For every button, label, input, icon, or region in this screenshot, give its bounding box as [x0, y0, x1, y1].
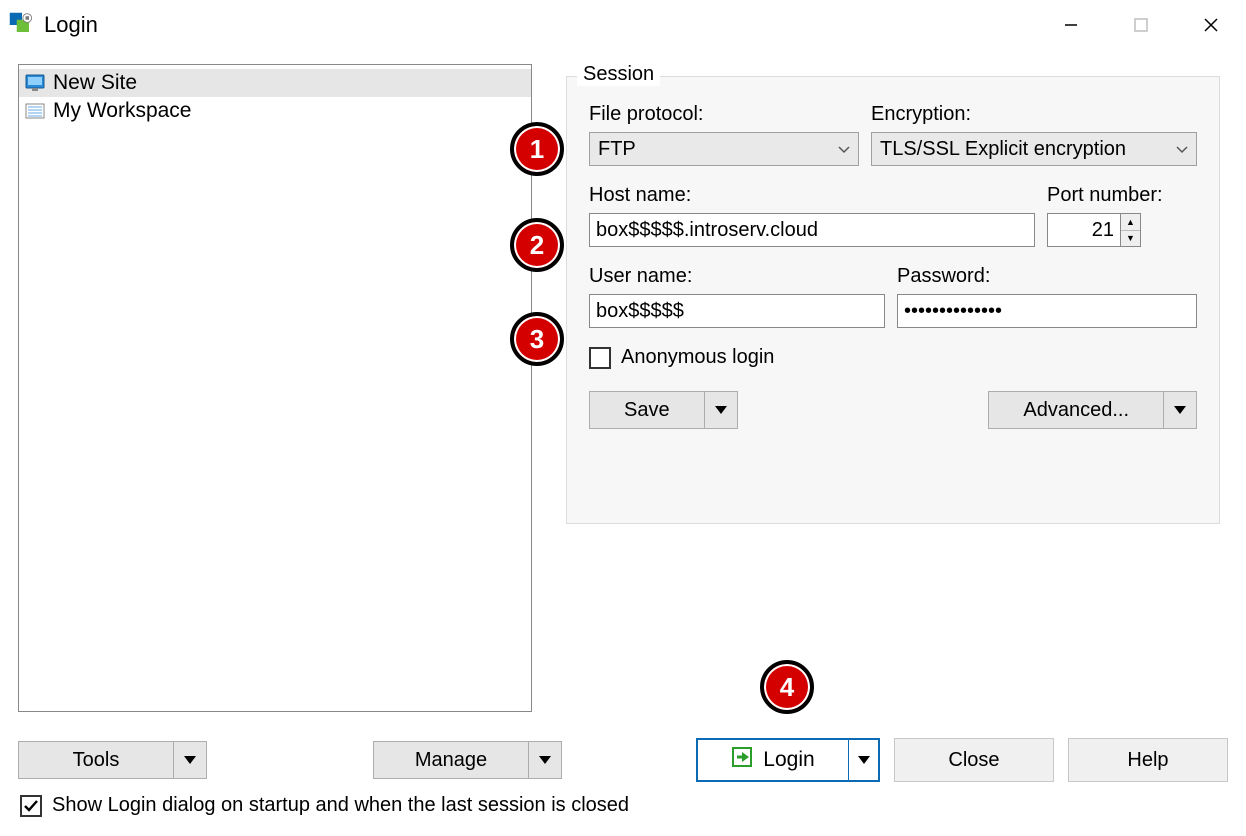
save-dropdown-icon[interactable] — [704, 391, 738, 429]
user-name-label: User name: — [589, 265, 885, 288]
site-item-label: My Workspace — [53, 99, 191, 123]
window-title: Login — [44, 12, 98, 38]
site-item-my-workspace[interactable]: My Workspace — [19, 97, 531, 125]
file-protocol-value: FTP — [598, 138, 636, 161]
host-name-input[interactable]: box$$$$$.introserv.cloud — [589, 213, 1035, 247]
monitor-icon — [25, 74, 45, 92]
show-login-on-startup-checkbox[interactable]: Show Login dialog on startup and when th… — [20, 794, 629, 817]
port-number-label: Port number: — [1047, 184, 1197, 207]
minimize-button[interactable] — [1036, 0, 1106, 50]
annotation-badge-3: 3 — [510, 312, 564, 366]
site-item-label: New Site — [53, 71, 137, 95]
login-icon — [731, 746, 753, 774]
close-dialog-button[interactable]: Close — [894, 738, 1054, 782]
encryption-select[interactable]: TLS/SSL Explicit encryption — [871, 132, 1197, 166]
file-protocol-label: File protocol: — [589, 103, 859, 126]
manage-dropdown-icon[interactable] — [528, 741, 562, 779]
help-button[interactable]: Help — [1068, 738, 1228, 782]
maximize-button[interactable] — [1106, 0, 1176, 50]
window-controls — [1036, 0, 1246, 50]
anonymous-login-label: Anonymous login — [621, 346, 774, 369]
advanced-button[interactable]: Advanced... — [988, 391, 1197, 429]
password-input[interactable]: •••••••••••••• — [897, 294, 1197, 328]
chevron-down-icon — [838, 141, 850, 157]
port-number-input[interactable]: 21 — [1047, 213, 1121, 247]
manage-button[interactable]: Manage — [373, 741, 562, 779]
anonymous-login-checkbox[interactable]: Anonymous login — [589, 346, 1197, 369]
session-legend: Session — [577, 63, 660, 86]
annotation-badge-4: 4 — [760, 660, 814, 714]
user-name-input[interactable]: box$$$$$ — [589, 294, 885, 328]
annotation-badge-1: 1 — [510, 122, 564, 176]
show-login-on-startup-label: Show Login dialog on startup and when th… — [52, 794, 629, 817]
encryption-label: Encryption: — [871, 103, 1197, 126]
encryption-value: TLS/SSL Explicit encryption — [880, 138, 1126, 161]
step-up-icon[interactable]: ▲ — [1121, 214, 1140, 231]
tools-dropdown-icon[interactable] — [173, 741, 207, 779]
advanced-dropdown-icon[interactable] — [1163, 391, 1197, 429]
file-protocol-select[interactable]: FTP — [589, 132, 859, 166]
password-label: Password: — [897, 265, 1197, 288]
login-button[interactable]: Login — [696, 738, 880, 782]
session-panel: Session File protocol: FTP Encryption: T — [566, 76, 1220, 524]
host-name-label: Host name: — [589, 184, 1035, 207]
chevron-down-icon — [1176, 141, 1188, 157]
site-item-new-site[interactable]: New Site — [19, 69, 531, 97]
save-button[interactable]: Save — [589, 391, 738, 429]
app-icon — [8, 11, 36, 39]
login-dropdown-icon[interactable] — [848, 740, 878, 780]
tools-button[interactable]: Tools — [18, 741, 207, 779]
folder-list-icon — [25, 102, 45, 120]
annotation-badge-2: 2 — [510, 218, 564, 272]
port-number-stepper[interactable]: ▲ ▼ — [1121, 213, 1141, 247]
title-bar: Login — [0, 0, 1246, 50]
checkbox-icon — [20, 795, 42, 817]
close-button[interactable] — [1176, 0, 1246, 50]
step-down-icon[interactable]: ▼ — [1121, 231, 1140, 247]
checkbox-icon — [589, 347, 611, 369]
sites-list[interactable]: New Site My Workspace — [18, 64, 532, 712]
